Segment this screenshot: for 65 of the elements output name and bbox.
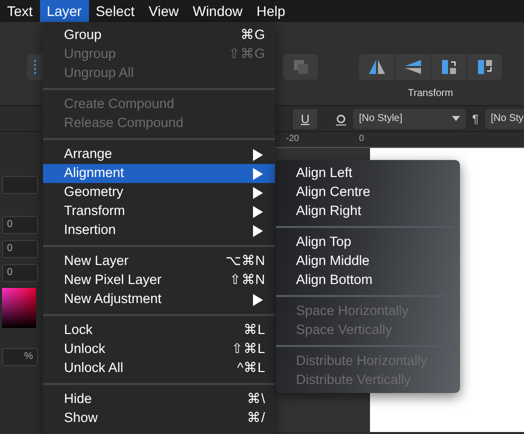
menu-item[interactable]: Group <box>64 25 102 46</box>
flip-horizontal-icon <box>368 59 386 75</box>
menu-bar-item[interactable]: Select <box>88 0 142 22</box>
character-style-dropdown[interactable]: [No Style] <box>353 108 466 128</box>
underline-button[interactable]: U <box>293 108 318 128</box>
menu-item[interactable]: Unlock <box>64 339 106 360</box>
menu-item[interactable]: New Adjustment <box>64 289 162 310</box>
menu-item[interactable]: Align Centre <box>296 182 370 202</box>
rotate-icon <box>476 59 492 75</box>
flip-horizontal-button[interactable] <box>359 54 394 80</box>
menu-item[interactable]: Geometry <box>64 182 124 203</box>
menu-item[interactable]: Align Top <box>296 232 352 252</box>
menu-item[interactable]: Alignment <box>64 163 124 184</box>
menu-item[interactable]: Show <box>64 408 98 429</box>
menu-item[interactable]: Align Bottom <box>296 270 373 290</box>
number-field[interactable]: 0 <box>2 264 38 282</box>
menu-item[interactable]: Align Right <box>296 200 362 222</box>
menu-item[interactable]: Unlock All <box>64 358 124 379</box>
menu-bar-item[interactable]: Window <box>186 0 250 22</box>
marquee-icon <box>33 59 38 75</box>
shortcut-label: ^⌘L <box>237 359 265 378</box>
arrange-icon <box>292 59 308 75</box>
toolbar-group-label: Transform <box>408 87 454 101</box>
menu-item[interactable]: Lock <box>64 320 93 341</box>
shortcut-label: ⇧⌘N <box>229 271 265 290</box>
selection-button[interactable] <box>27 54 44 80</box>
stepper-field[interactable] <box>2 176 38 194</box>
menu-bar-item[interactable]: Text <box>0 0 40 22</box>
menu-highlight[interactable]: Alignment <box>43 164 275 183</box>
paragraph-symbol: ¶ <box>472 110 479 128</box>
shortcut-label: ⌥⌘N <box>225 252 265 270</box>
color-picker[interactable] <box>2 288 36 328</box>
shortcut-label: ⌘/ <box>247 409 265 428</box>
menu-item: Create Compound <box>64 95 174 114</box>
menu-item[interactable]: Hide <box>64 389 92 410</box>
shortcut-label: ⌘L <box>243 321 265 340</box>
rotate-right-button[interactable] <box>467 54 502 80</box>
menu-bar-item[interactable]: Layer <box>40 0 89 22</box>
menu-item[interactable]: New Pixel Layer <box>64 270 162 291</box>
flip-vertical-icon <box>404 59 422 75</box>
shortcut-label: ⇧⌘G <box>228 45 265 64</box>
shortcut-label: ⇧⌘L <box>231 340 265 358</box>
menu-item: Ungroup <box>64 45 116 64</box>
menu-item[interactable]: Transform <box>64 201 126 222</box>
number-field[interactable]: 0 <box>2 240 38 258</box>
paragraph-style-dropdown[interactable]: [No Sty <box>484 108 524 128</box>
menu-item: Ungroup All <box>64 64 134 82</box>
flip-vertical-button[interactable] <box>395 54 430 80</box>
menu-bar-item[interactable]: View <box>142 0 186 22</box>
menu-item[interactable]: Arrange <box>64 144 112 165</box>
menu-bar-item[interactable]: Help <box>250 0 292 22</box>
ruler: -20 0 <box>274 132 524 148</box>
rotate-icon <box>440 59 456 75</box>
rotate-left-button[interactable] <box>431 54 466 80</box>
menu-item: Space Horizontally <box>296 302 409 320</box>
shortcut-label: ⌘\ <box>247 390 265 408</box>
shortcut-label: ⌘G <box>240 26 265 44</box>
menu-item: Space Vertically <box>296 320 392 339</box>
menu-item[interactable]: New Layer <box>64 251 129 272</box>
number-field[interactable]: 0 <box>2 216 38 234</box>
menu-item[interactable]: Align Middle <box>296 250 370 272</box>
menu-item: Release Compound <box>64 114 184 132</box>
opacity-field[interactable]: % <box>2 348 38 366</box>
menu-item[interactable]: Insertion <box>64 220 116 241</box>
menu-item[interactable]: Align Left <box>296 162 352 184</box>
